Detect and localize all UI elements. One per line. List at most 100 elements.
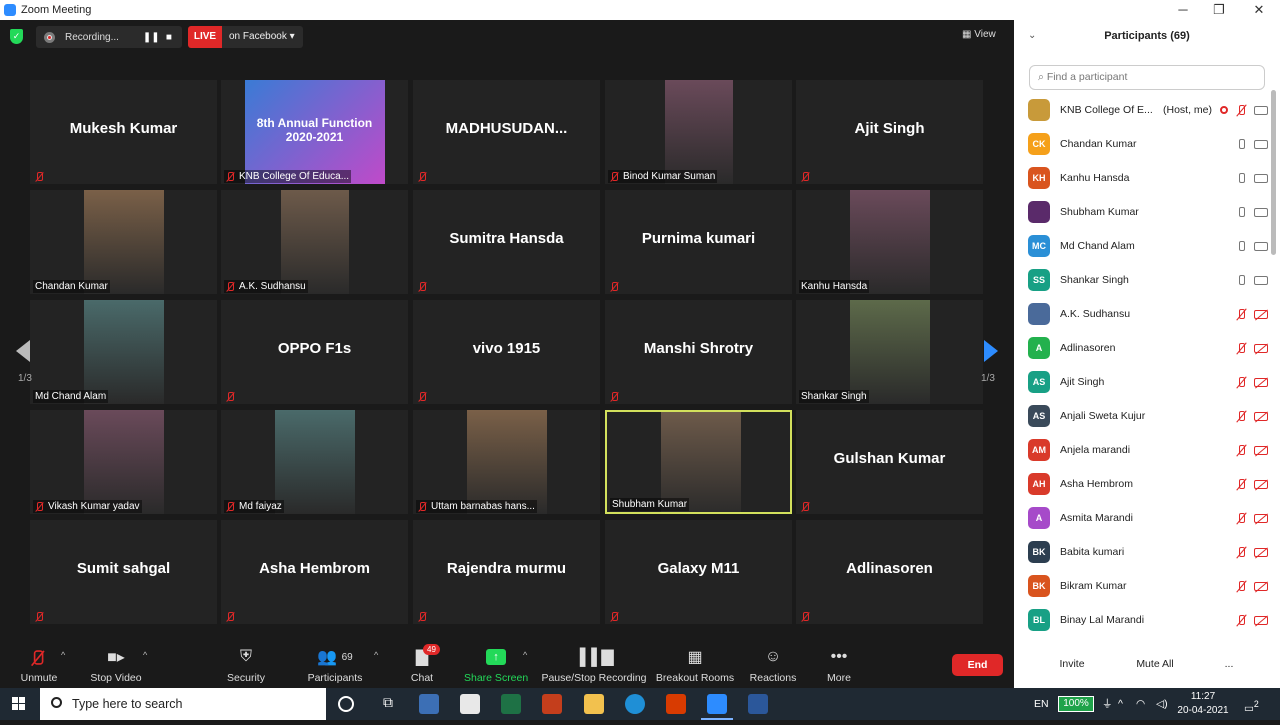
live-target-dropdown[interactable]: on Facebook ▾ bbox=[222, 26, 303, 48]
view-button[interactable]: ▦ View bbox=[962, 26, 1012, 44]
camera-off-icon[interactable] bbox=[1254, 445, 1268, 455]
mute-all-button[interactable]: Mute All bbox=[1130, 653, 1180, 677]
mic-muted-icon[interactable] bbox=[1236, 512, 1246, 524]
store-app-icon[interactable] bbox=[460, 694, 480, 714]
maximize-button[interactable]: ❐ bbox=[1199, 0, 1239, 20]
word-app-icon[interactable] bbox=[748, 694, 768, 714]
task-view-icon[interactable]: ⧉ bbox=[378, 694, 398, 714]
share-options-caret-icon[interactable]: ^ bbox=[523, 650, 527, 660]
camera-icon[interactable] bbox=[1254, 241, 1268, 251]
file-explorer-icon[interactable] bbox=[584, 694, 604, 714]
participant-row[interactable]: KH Kanhu Hansda bbox=[1028, 161, 1268, 195]
mic-muted-icon[interactable] bbox=[1236, 546, 1246, 558]
taskbar-search-input[interactable]: Type here to search bbox=[40, 688, 326, 720]
mic-muted-icon[interactable] bbox=[1236, 104, 1246, 116]
participant-row[interactable]: A Asmita Marandi bbox=[1028, 501, 1268, 535]
participant-row[interactable]: AS Anjali Sweta Kujur bbox=[1028, 399, 1268, 433]
participant-row[interactable]: KNB College Of E... (Host, me) bbox=[1028, 93, 1268, 127]
participant-video-tile[interactable]: vivo 1915 bbox=[413, 300, 600, 404]
participant-video-tile[interactable]: Gulshan Kumar bbox=[796, 410, 983, 514]
wifi-icon[interactable]: ◠ bbox=[1136, 688, 1145, 720]
participant-row[interactable]: BL Binay Lal Marandi bbox=[1028, 603, 1268, 637]
cortana-icon[interactable] bbox=[338, 696, 354, 712]
previous-page-icon[interactable] bbox=[16, 340, 30, 362]
participant-video-tile[interactable]: MADHUSUDAN... bbox=[413, 80, 600, 184]
mic-muted-icon[interactable] bbox=[1236, 614, 1246, 626]
participant-search-input[interactable]: ⌕ Find a participant bbox=[1029, 65, 1265, 90]
mic-muted-icon[interactable] bbox=[1236, 410, 1246, 422]
participant-video-tile[interactable]: Asha Hembrom bbox=[221, 520, 408, 624]
invite-button[interactable]: Invite bbox=[1052, 653, 1092, 677]
participant-row[interactable]: SS Shankar Singh bbox=[1028, 263, 1268, 297]
participant-video-tile[interactable]: Shankar Singh bbox=[796, 300, 983, 404]
participant-video-tile[interactable]: Sumitra Hansda bbox=[413, 190, 600, 294]
pause-stop-recording-button[interactable]: ▐▐ ▇ Pause/Stop Recording bbox=[541, 646, 647, 684]
participant-video-tile[interactable]: Purnima kumari bbox=[605, 190, 792, 294]
next-page-icon[interactable] bbox=[984, 340, 998, 362]
volume-icon[interactable]: ◁) bbox=[1156, 688, 1168, 720]
camera-off-icon[interactable] bbox=[1254, 309, 1268, 319]
unmute-button[interactable]: Unmute bbox=[18, 646, 60, 684]
mic-muted-icon[interactable] bbox=[1236, 580, 1246, 592]
participant-video-tile[interactable]: Shubham Kumar bbox=[605, 410, 792, 514]
camera-icon[interactable] bbox=[1254, 275, 1268, 285]
participant-video-tile[interactable]: Adlinasoren bbox=[796, 520, 983, 624]
excel-app-icon[interactable] bbox=[501, 694, 521, 714]
participant-video-tile[interactable]: Chandan Kumar bbox=[30, 190, 217, 294]
camera-off-icon[interactable] bbox=[1254, 411, 1268, 421]
encryption-shield-icon[interactable]: ✓ bbox=[10, 29, 23, 44]
participant-video-tile[interactable]: Vikash Kumar yadav bbox=[30, 410, 217, 514]
participant-row[interactable]: AH Asha Hembrom bbox=[1028, 467, 1268, 501]
participant-row[interactable]: AS Ajit Singh bbox=[1028, 365, 1268, 399]
camera-off-icon[interactable] bbox=[1254, 377, 1268, 387]
share-screen-button[interactable]: ↑ Share Screen bbox=[464, 646, 528, 684]
mic-muted-icon[interactable] bbox=[1236, 308, 1246, 320]
participant-video-tile[interactable]: Sumit sahgal bbox=[30, 520, 217, 624]
camera-off-icon[interactable] bbox=[1254, 343, 1268, 353]
panel-more-button[interactable]: ... bbox=[1220, 653, 1238, 677]
mic-muted-icon[interactable] bbox=[1236, 376, 1246, 388]
powerpoint-app-icon[interactable] bbox=[542, 694, 562, 714]
edge-browser-icon[interactable] bbox=[625, 694, 645, 714]
participant-video-tile[interactable]: Md Chand Alam bbox=[30, 300, 217, 404]
participant-row[interactable]: A.K. Sudhansu bbox=[1028, 297, 1268, 331]
windows-start-icon[interactable] bbox=[12, 697, 26, 711]
camera-icon[interactable] bbox=[1254, 139, 1268, 149]
video-options-caret-icon[interactable]: ^ bbox=[143, 650, 147, 660]
close-button[interactable]: ✕ bbox=[1239, 0, 1279, 20]
participants-options-caret-icon[interactable]: ^ bbox=[374, 650, 378, 660]
participant-row[interactable]: Shubham Kumar bbox=[1028, 195, 1268, 229]
breakout-rooms-button[interactable]: ▦ Breakout Rooms bbox=[655, 646, 735, 684]
participant-video-tile[interactable]: Mukesh Kumar bbox=[30, 80, 217, 184]
participant-video-tile[interactable]: Uttam barnabas hans... bbox=[413, 410, 600, 514]
mic-icon[interactable] bbox=[1236, 138, 1246, 150]
camera-off-icon[interactable] bbox=[1254, 547, 1268, 557]
participant-video-tile[interactable]: Ajit Singh bbox=[796, 80, 983, 184]
participant-video-tile[interactable]: Md faiyaz bbox=[221, 410, 408, 514]
camera-icon[interactable] bbox=[1254, 173, 1268, 183]
mic-muted-icon[interactable] bbox=[1236, 444, 1246, 456]
audio-options-caret-icon[interactable]: ^ bbox=[61, 650, 65, 660]
camera-icon[interactable] bbox=[1254, 207, 1268, 217]
participant-video-tile[interactable]: Galaxy M11 bbox=[605, 520, 792, 624]
minimize-button[interactable]: ─ bbox=[1163, 0, 1203, 20]
participants-button[interactable]: 👥 69 Participants bbox=[304, 646, 366, 684]
office-app-icon[interactable] bbox=[666, 694, 686, 714]
participant-video-tile[interactable]: Manshi Shrotry bbox=[605, 300, 792, 404]
participant-list-scrollbar[interactable] bbox=[1271, 90, 1276, 255]
mic-muted-icon[interactable] bbox=[1236, 478, 1246, 490]
language-indicator[interactable]: EN bbox=[1034, 688, 1049, 720]
tray-expand-icon[interactable]: ^ bbox=[1118, 688, 1123, 720]
zoom-taskbar-icon[interactable] bbox=[701, 694, 733, 720]
photos-app-icon[interactable] bbox=[419, 694, 439, 714]
participant-video-tile[interactable]: OPPO F1s bbox=[221, 300, 408, 404]
participant-video-tile[interactable]: Rajendra murmu bbox=[413, 520, 600, 624]
camera-icon[interactable] bbox=[1254, 105, 1268, 115]
taskbar-clock[interactable]: 11:27 20-04-2021 bbox=[1176, 690, 1230, 718]
reactions-button[interactable]: ☺ Reactions bbox=[748, 646, 798, 684]
participant-row[interactable]: BK Bikram Kumar bbox=[1028, 569, 1268, 603]
pause-recording-icon[interactable]: ❚❚ bbox=[143, 32, 160, 43]
stop-recording-icon[interactable]: ■ bbox=[163, 32, 175, 43]
camera-off-icon[interactable] bbox=[1254, 615, 1268, 625]
more-button[interactable]: ••• More bbox=[822, 646, 856, 684]
